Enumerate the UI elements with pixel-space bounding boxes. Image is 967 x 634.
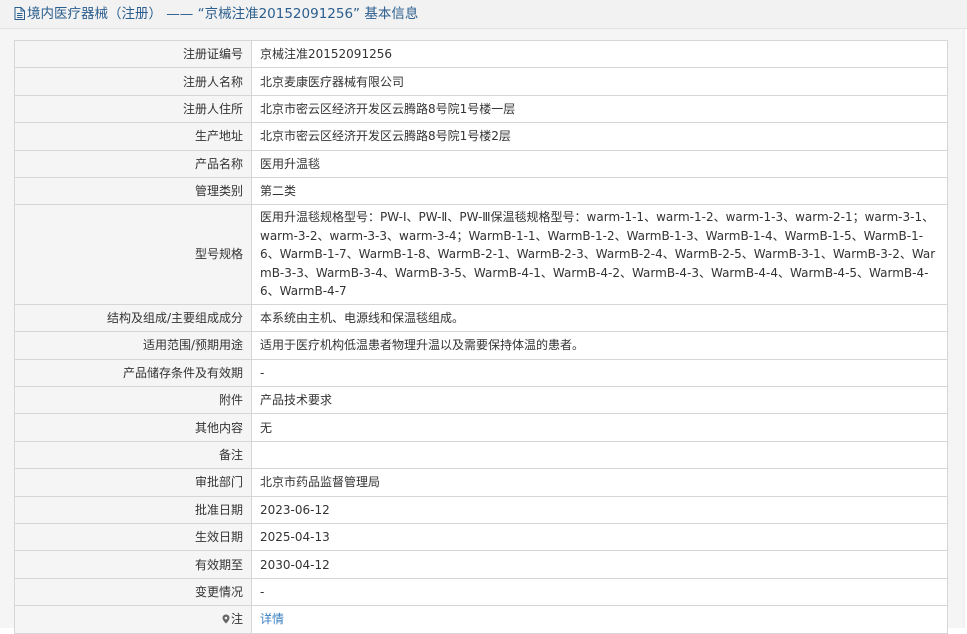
row-label: 管理类别 [14, 176, 252, 206]
table-row: 产品储存条件及有效期 - [14, 358, 948, 388]
row-value: 2030-04-12 [251, 550, 948, 579]
table-row: 生效日期 2025-04-13 [14, 522, 948, 552]
table-row: 变更情况 - [14, 577, 948, 607]
table-row: 附件 产品技术要求 [14, 386, 948, 415]
table-row: 注册人名称 北京麦康医疗器械有限公司 [14, 67, 948, 96]
document-icon [14, 2, 25, 31]
row-label: 生产地址 [14, 122, 252, 151]
row-label: 注册证编号 [14, 39, 252, 69]
row-value: 本系统由主机、电源线和保温毯组成。 [251, 303, 948, 333]
table-row: 批准日期 2023-06-12 [14, 495, 948, 524]
table-row: 备注 [14, 440, 948, 470]
row-value: - [251, 358, 948, 388]
row-value: 第二类 [251, 176, 948, 206]
row-label: 适用范围/预期用途 [14, 331, 252, 360]
content-frame: 注册证编号 京械注准20152091256 注册人名称 北京麦康医疗器械有限公司… [0, 29, 965, 634]
table-row: 注册证编号 京械注准20152091256 [14, 39, 948, 69]
table-row-note: 注 详情 [14, 605, 948, 634]
table-row: 其他内容 无 [14, 413, 948, 442]
row-label: 审批部门 [14, 468, 252, 497]
table-row: 适用范围/预期用途 适用于医疗机构低温患者物理升温以及需要保持体温的患者。 [14, 331, 948, 360]
table-row: 生产地址 北京市密云区经济开发区云腾路8号院1号楼2层 [14, 122, 948, 151]
row-value: 无 [251, 413, 948, 442]
table-row: 注册人住所 北京市密云区经济开发区云腾路8号院1号楼一层 [14, 94, 948, 124]
table-row: 有效期至 2030-04-12 [14, 550, 948, 579]
row-label: 产品名称 [14, 149, 252, 178]
row-label: 变更情况 [14, 577, 252, 607]
row-value: 京械注准20152091256 [251, 39, 948, 69]
note-label-cell: 注 [14, 605, 252, 634]
row-value: 北京麦康医疗器械有限公司 [251, 67, 948, 96]
note-value-cell: 详情 [251, 605, 948, 634]
row-label: 注册人名称 [14, 67, 252, 96]
row-value: 产品技术要求 [251, 386, 948, 415]
row-value: 医用升温毯 [251, 149, 948, 178]
row-value [251, 440, 948, 470]
row-label: 批准日期 [14, 495, 252, 524]
row-value: 适用于医疗机构低温患者物理升温以及需要保持体温的患者。 [251, 331, 948, 360]
note-label: 注 [230, 611, 243, 626]
row-label: 附件 [14, 386, 252, 415]
info-table: 注册证编号 京械注准20152091256 注册人名称 北京麦康医疗器械有限公司… [14, 39, 948, 634]
table-row: 型号规格 医用升温毯规格型号：PW-Ⅰ、PW-Ⅱ、PW-Ⅲ保温毯规格型号：war… [14, 204, 948, 305]
row-label: 产品储存条件及有效期 [14, 358, 252, 388]
row-value: 北京市密云区经济开发区云腾路8号院1号楼一层 [251, 94, 948, 124]
table-row: 审批部门 北京市药品监督管理局 [14, 468, 948, 497]
row-label: 结构及组成/主要组成成分 [14, 303, 252, 333]
row-value: 2023-06-12 [251, 495, 948, 524]
row-label: 其他内容 [14, 413, 252, 442]
row-label: 有效期至 [14, 550, 252, 579]
location-pin-icon [222, 611, 230, 629]
row-value: 北京市药品监督管理局 [251, 468, 948, 497]
row-label: 型号规格 [14, 204, 252, 305]
row-label: 生效日期 [14, 522, 252, 552]
row-label: 备注 [14, 440, 252, 470]
page-title: 境内医疗器械（注册） —— “京械注准20152091256” 基本信息 [27, 6, 419, 22]
row-value: 北京市密云区经济开发区云腾路8号院1号楼2层 [251, 122, 948, 151]
table-row: 管理类别 第二类 [14, 176, 948, 206]
row-value: - [251, 577, 948, 607]
row-label: 注册人住所 [14, 94, 252, 124]
table-row: 产品名称 医用升温毯 [14, 149, 948, 178]
table-row: 结构及组成/主要组成成分 本系统由主机、电源线和保温毯组成。 [14, 303, 948, 333]
row-value: 医用升温毯规格型号：PW-Ⅰ、PW-Ⅱ、PW-Ⅲ保温毯规格型号：warm-1-1… [251, 204, 948, 305]
row-value: 2025-04-13 [251, 522, 948, 552]
detail-link[interactable]: 详情 [260, 612, 284, 626]
page-header: 境内医疗器械（注册） —— “京械注准20152091256” 基本信息 [0, 0, 967, 29]
